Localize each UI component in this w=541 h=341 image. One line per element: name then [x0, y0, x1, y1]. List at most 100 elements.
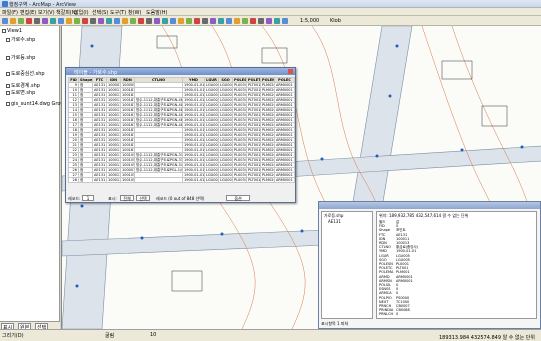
tool-icon[interactable] — [26, 18, 32, 24]
tool-icon[interactable] — [114, 18, 120, 24]
identify-tree[interactable]: 가로등.shp AE131 — [321, 211, 373, 319]
table-cell: PLT001 — [246, 117, 261, 123]
table-cell: PLT001 — [246, 107, 261, 113]
table-cell: AE131 — [92, 82, 107, 88]
tool-icon[interactable] — [202, 18, 208, 24]
toc-layer[interactable]: 도로중심선.shp — [6, 70, 45, 77]
tool-icon[interactable] — [234, 18, 240, 24]
menu-item[interactable]: 창(W) — [128, 9, 141, 16]
table-cell: PLM026 — [260, 137, 275, 143]
tool-icon[interactable] — [282, 18, 288, 24]
tool-icon[interactable] — [130, 18, 136, 24]
tool-icon[interactable] — [18, 18, 24, 24]
table-cell: 100187 — [120, 112, 135, 118]
toc-layer[interactable]: 가로등.shp — [6, 54, 35, 61]
tool-icon[interactable] — [194, 18, 200, 24]
tool-icon[interactable] — [66, 18, 72, 24]
tool-icon[interactable] — [58, 18, 64, 24]
tool-icon[interactable] — [106, 18, 112, 24]
toc-layer[interactable]: gis_sunt14.dwg Group — [6, 101, 67, 107]
column-header[interactable]: POLEMAT — [260, 77, 275, 83]
toc-layer[interactable]: 도로경계.shp — [6, 82, 40, 89]
scale-select[interactable]: 1:5,000 — [300, 18, 319, 24]
tool-icon[interactable] — [138, 18, 144, 24]
close-icon[interactable] — [288, 69, 293, 74]
tool-icon[interactable] — [258, 18, 264, 24]
tool-icon[interactable] — [210, 18, 216, 24]
toc-layer[interactable]: 도로면.shp — [6, 89, 35, 96]
column-header[interactable]: POLETC — [246, 77, 261, 83]
menu-item[interactable]: 편집(E) — [20, 9, 36, 16]
draw-menu[interactable]: 그리기(D) — [2, 332, 24, 339]
tool-icon[interactable] — [34, 18, 40, 24]
menu-item[interactable]: 보기(V) — [38, 9, 55, 16]
app-icon — [2, 1, 8, 7]
tool-icon[interactable] — [154, 18, 160, 24]
table-cell: AE131 — [92, 112, 107, 118]
tool-icon[interactable] — [218, 18, 224, 24]
toc-root[interactable]: View1 — [2, 28, 22, 34]
table-cell: PLM026 — [260, 117, 275, 123]
tool-icon[interactable] — [178, 18, 184, 24]
toolbar-label[interactable]: Klob — [330, 18, 341, 24]
tool-icon[interactable] — [274, 18, 280, 24]
tool-icon[interactable] — [266, 18, 272, 24]
table-cell: PLT001 — [246, 112, 261, 118]
checkbox-icon[interactable] — [2, 28, 6, 33]
tool-icon[interactable] — [74, 18, 80, 24]
table-navigation: 레코드: 1 표시: 전체 선택 레코드 (0 out of 848 선택) 옵… — [68, 195, 294, 202]
table-cell: ARM0001 — [274, 177, 295, 183]
tool-icon[interactable] — [250, 18, 256, 24]
table-row[interactable]: 28점AE1311000111001051900-01-01LGU005LGU0… — [68, 177, 295, 183]
checkbox-icon[interactable] — [6, 55, 10, 60]
tool-icon[interactable] — [146, 18, 152, 24]
checkbox-icon[interactable] — [6, 83, 10, 88]
table-cell: 100011 — [106, 127, 121, 133]
checkbox-icon[interactable] — [6, 37, 10, 42]
table-cell: 1900-01-01 — [182, 97, 205, 103]
tool-icon[interactable] — [42, 18, 48, 24]
menu-item[interactable]: 삽입(I) — [74, 9, 89, 16]
tool-icon[interactable] — [226, 18, 232, 24]
checkbox-icon[interactable] — [6, 71, 10, 76]
window-titlebar[interactable] — [319, 202, 540, 209]
table-cell: LGU005 — [204, 137, 219, 143]
identify-window[interactable]: 가로등.shp AE131 위치: 189,932,785 432,547,61… — [318, 201, 541, 329]
font-size-select[interactable]: 10 — [150, 332, 156, 338]
table-cell: PL0034 — [232, 87, 247, 93]
checkbox-icon[interactable] — [6, 90, 10, 95]
tool-icon[interactable] — [162, 18, 168, 24]
column-header[interactable]: LGUR — [204, 77, 219, 83]
tool-icon[interactable] — [82, 18, 88, 24]
tool-icon[interactable] — [122, 18, 128, 24]
tool-icon[interactable] — [170, 18, 176, 24]
column-header[interactable]: POLESN — [232, 77, 247, 83]
tool-icon[interactable] — [98, 18, 104, 24]
tool-icon[interactable] — [186, 18, 192, 24]
tool-icon[interactable] — [2, 18, 8, 24]
table-cell: AE131 — [92, 92, 107, 98]
menu-item[interactable]: 도구(T) — [110, 9, 126, 16]
toc-layer[interactable]: 가로수.shp — [6, 36, 35, 43]
attribute-table-window[interactable]: 테이블 - 가로수.shp FID Shape FTC IDN RDN CTLNO YMD L… — [65, 67, 296, 203]
tool-icon[interactable] — [242, 18, 248, 24]
toc-tabs: 표시 원본 선택 — [0, 321, 60, 332]
show-all-button[interactable]: 전체 — [120, 195, 134, 201]
column-header[interactable]: Shape — [78, 77, 93, 83]
tool-icon[interactable] — [90, 18, 96, 24]
font-select[interactable]: 굴림 — [105, 332, 114, 339]
table-cell: LGU005 — [218, 147, 233, 153]
menu-item[interactable]: 도움말(H) — [146, 9, 167, 16]
tool-icon[interactable] — [10, 18, 16, 24]
options-button[interactable]: 옵션 — [226, 195, 250, 201]
tree-feature[interactable]: AE131 — [328, 219, 341, 224]
menu-item[interactable]: 파일(F) — [2, 9, 18, 16]
checkbox-icon[interactable] — [6, 101, 10, 106]
table-cell: PL0034 — [232, 127, 247, 133]
tool-icon[interactable] — [50, 18, 56, 24]
show-selected-button[interactable]: 선택 — [136, 195, 150, 201]
table-cell: AE131 — [92, 162, 107, 168]
record-input[interactable]: 1 — [82, 195, 94, 201]
menu-item[interactable]: 선택(S) — [92, 9, 108, 16]
window-titlebar[interactable]: 테이블 - 가로수.shp — [66, 68, 295, 76]
